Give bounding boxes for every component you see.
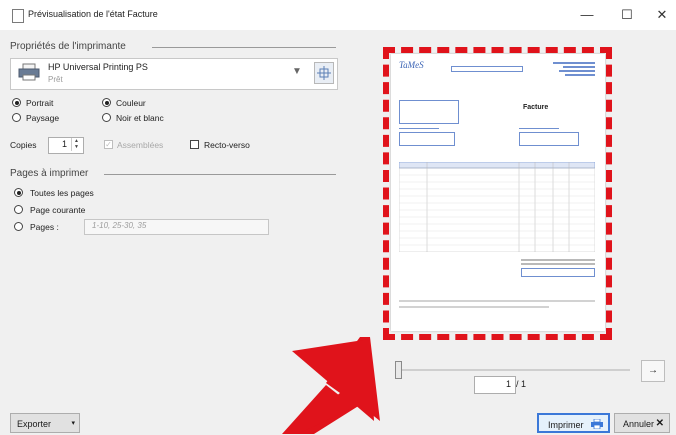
printer-section-label: Propriétés de l'imprimante	[10, 41, 126, 52]
collate-checkbox[interactable]: ✓	[104, 140, 113, 149]
window-title: Prévisualisation de l'état Facture	[28, 9, 158, 19]
chevron-down-icon: ▾	[71, 420, 75, 427]
color-radio[interactable]	[102, 98, 111, 107]
settings-icon	[317, 66, 331, 80]
copies-label: Copies	[10, 140, 37, 150]
duplex-label: Recto-verso	[204, 140, 250, 150]
zoom-slider-track[interactable]	[396, 369, 630, 371]
printer-icon	[591, 419, 603, 429]
export-label: Exporter	[17, 419, 52, 429]
chevron-down-icon[interactable]: ▼	[290, 63, 304, 81]
stepper-arrows-icon[interactable]: ▲ ▼	[71, 138, 81, 151]
color-label: Couleur	[116, 98, 146, 108]
bw-label: Noir et blanc	[116, 113, 164, 123]
minimize-button[interactable]: —	[572, 4, 602, 26]
annotation-arrow-icon	[282, 337, 380, 434]
pages-section-label: Pages à imprimer	[10, 168, 89, 179]
landscape-label: Paysage	[26, 113, 60, 123]
print-button[interactable]: Imprimer	[537, 413, 610, 433]
document-icon	[12, 9, 24, 23]
print-label: Imprimer	[548, 420, 584, 430]
section-divider	[104, 174, 336, 175]
printer-name: HP Universal Printing PS	[48, 62, 148, 72]
printer-icon	[18, 63, 40, 81]
page-range-radio[interactable]	[14, 222, 23, 231]
bw-radio[interactable]	[102, 113, 111, 122]
page-range-label: Pages :	[30, 222, 59, 232]
highlight-frame	[383, 47, 612, 340]
collate-label: Assemblées	[117, 140, 164, 150]
all-pages-label: Toutes les pages	[30, 188, 94, 198]
printer-properties-button[interactable]	[314, 62, 334, 84]
duplex-checkbox[interactable]	[190, 140, 199, 149]
close-icon: ✕	[655, 418, 664, 429]
maximize-button[interactable]: ☐	[612, 4, 642, 26]
portrait-radio[interactable]	[12, 98, 21, 107]
next-page-button[interactable]: →	[641, 360, 665, 382]
printer-status: Prêt	[48, 75, 63, 84]
copies-value: 1	[62, 139, 68, 149]
cancel-button[interactable]: Annuler ✕	[614, 413, 670, 433]
close-button[interactable]: ✕	[647, 4, 676, 26]
landscape-radio[interactable]	[12, 113, 21, 122]
export-button[interactable]: Exporter ▾	[10, 413, 80, 433]
all-pages-radio[interactable]	[14, 188, 23, 197]
page-total: / 1	[516, 379, 527, 389]
portrait-label: Portrait	[26, 98, 54, 108]
zoom-slider-thumb[interactable]	[395, 361, 402, 379]
page-current: 1	[506, 379, 512, 389]
current-page-label: Page courante	[30, 205, 86, 215]
cancel-label: Annuler	[623, 419, 655, 429]
section-divider	[152, 47, 336, 48]
page-range-placeholder: 1-10, 25-30, 35	[92, 221, 147, 230]
current-page-radio[interactable]	[14, 205, 23, 214]
